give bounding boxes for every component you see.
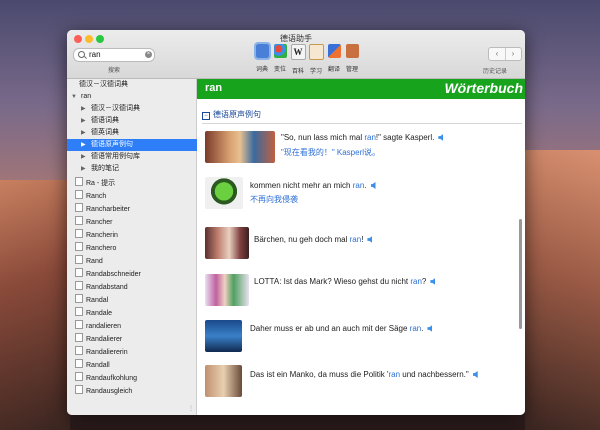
- back-button[interactable]: ‹: [489, 48, 506, 60]
- example-sentence: "So, nun lass mich mal ran!" sagte Kaspe…: [281, 133, 444, 142]
- word-header: ran Wörterbuch: [197, 79, 525, 99]
- resize-grip-icon[interactable]: ⋮: [188, 405, 194, 412]
- search-input[interactable]: ran ×: [73, 48, 155, 62]
- result-item[interactable]: Randaliererin: [67, 346, 204, 358]
- titlebar: 德语助手 ran × 搜索 词典 变位 W 百科 学习 翻译 管理 ‹ › 历史…: [67, 30, 525, 79]
- document-icon: [75, 333, 83, 342]
- window-title: 德语助手: [280, 34, 312, 43]
- example-sentence: LOTTA: Ist das Mark? Wieso gehst du nich…: [254, 277, 436, 286]
- example-sentence: Bärchen, nu geh doch mal ran!: [254, 235, 373, 244]
- headword: ran: [205, 82, 223, 94]
- result-item[interactable]: Randabstand: [67, 281, 204, 293]
- toolbar-translate-button[interactable]: 翻译: [325, 44, 343, 73]
- speaker-icon[interactable]: [438, 134, 444, 141]
- disclosure-down-icon[interactable]: ▼: [71, 91, 77, 103]
- result-item[interactable]: Rancharbeiter: [67, 203, 204, 215]
- document-icon: [75, 255, 83, 264]
- speaker-icon[interactable]: [430, 278, 436, 285]
- video-thumbnail[interactable]: [205, 177, 243, 209]
- desktop-wallpaper-left: [0, 180, 70, 430]
- section-header[interactable]: − 德语原声例句: [202, 109, 261, 120]
- result-item[interactable]: Ranch: [67, 190, 204, 202]
- search-caption: 搜索: [107, 68, 120, 74]
- speaker-icon[interactable]: [367, 236, 373, 243]
- search-query[interactable]: ran: [89, 50, 101, 59]
- video-thumbnail[interactable]: [205, 227, 249, 259]
- result-item[interactable]: Ra - 提示: [67, 177, 204, 189]
- desktop-wallpaper-right: [525, 150, 600, 430]
- study-icon: [308, 44, 324, 60]
- example-sentence: Das ist ein Manko, da muss die Politik '…: [250, 370, 478, 379]
- video-thumbnail[interactable]: [205, 274, 249, 306]
- disclosure-right-icon[interactable]: ▶: [81, 115, 86, 127]
- manage-icon: [345, 44, 359, 58]
- conjugation-icon: [273, 44, 287, 58]
- document-icon: [75, 229, 83, 238]
- collapse-icon[interactable]: −: [202, 112, 210, 120]
- toolbar-wiki-button[interactable]: W 百科: [289, 44, 307, 75]
- sidebar-root[interactable]: 德汉－汉德词典: [67, 79, 208, 91]
- history-label: 历史记录: [483, 69, 508, 75]
- example-translation: 不再向我侵袭: [250, 195, 298, 204]
- document-icon: [75, 385, 83, 394]
- divider: [202, 123, 522, 124]
- document-icon: [75, 177, 83, 186]
- disclosure-right-icon[interactable]: ▶: [81, 103, 86, 115]
- video-thumbnail[interactable]: [205, 131, 275, 163]
- result-item[interactable]: Rancherin: [67, 229, 204, 241]
- wiki-icon: W: [290, 44, 306, 60]
- sidebar: 德汉－汉德词典 ▼ ran ▶ 德汉－汉德词典 ▶ 德语词典 ▶ 德英词典 ▶ 德语原声例…: [67, 79, 220, 415]
- brand-title: Wörterbuch: [444, 80, 523, 96]
- example-translation: "现在看我的！" Kasperl说。: [281, 148, 381, 157]
- toolbar-manage-button[interactable]: 管理: [343, 44, 361, 73]
- example-sentence: kommen nicht mehr an mich ran.: [250, 181, 376, 190]
- forward-button[interactable]: ›: [505, 48, 521, 60]
- result-item[interactable]: Rancher: [67, 216, 204, 228]
- document-icon: [75, 307, 83, 316]
- disclosure-right-icon[interactable]: ▶: [81, 139, 86, 151]
- result-item[interactable]: Randal: [67, 294, 204, 306]
- document-icon: [75, 268, 83, 277]
- document-icon: [75, 190, 83, 199]
- search-icon: [78, 51, 85, 58]
- result-item[interactable]: Randausgleich: [67, 385, 204, 397]
- toolbar-conjugation-button[interactable]: 变位: [271, 44, 289, 73]
- result-item[interactable]: Randale: [67, 307, 204, 319]
- document-icon: [75, 372, 83, 381]
- video-thumbnail[interactable]: [205, 365, 242, 397]
- video-thumbnail[interactable]: [205, 320, 242, 352]
- document-icon: [75, 281, 83, 290]
- toolbar-dictionary-button[interactable]: 词典: [253, 42, 271, 73]
- document-icon: [75, 203, 83, 212]
- disclosure-right-icon[interactable]: ▶: [81, 163, 86, 175]
- document-icon: [75, 242, 83, 251]
- speaker-icon[interactable]: [370, 182, 376, 189]
- document-icon: [75, 359, 83, 368]
- document-icon: [75, 294, 83, 303]
- document-icon: [75, 320, 83, 329]
- sidebar-group-ran[interactable]: ▼ ran: [67, 91, 210, 103]
- content-scrollbar[interactable]: [519, 219, 522, 329]
- translate-icon: [327, 44, 341, 58]
- disclosure-right-icon[interactable]: ▶: [81, 127, 86, 139]
- document-icon: [75, 216, 83, 225]
- speaker-icon[interactable]: [472, 371, 478, 378]
- result-item[interactable]: Ranchero: [67, 242, 204, 254]
- dictionary-icon: [253, 42, 271, 60]
- result-item[interactable]: Randall: [67, 359, 204, 371]
- example-sentence: Daher muss er ab und an auch mit der Säg…: [250, 324, 433, 333]
- result-item[interactable]: Randabschneider: [67, 268, 204, 280]
- content-pane: ran Wörterbuch − 德语原声例句 "So, nun lass mic…: [197, 79, 525, 415]
- speaker-icon[interactable]: [427, 325, 433, 332]
- toolbar-study-button[interactable]: 学习: [307, 44, 325, 75]
- clear-search-icon[interactable]: ×: [145, 51, 152, 58]
- history-nav: ‹ ›: [488, 47, 522, 61]
- app-window: 德语助手 ran × 搜索 词典 变位 W 百科 学习 翻译 管理 ‹ › 历史…: [67, 30, 525, 415]
- document-icon: [75, 346, 83, 355]
- result-item[interactable]: Randaufkohlung: [67, 372, 204, 384]
- disclosure-right-icon[interactable]: ▶: [81, 151, 86, 163]
- result-item[interactable]: Randalierer: [67, 333, 204, 345]
- result-item[interactable]: randalieren: [67, 320, 204, 332]
- result-item[interactable]: Rand: [67, 255, 204, 267]
